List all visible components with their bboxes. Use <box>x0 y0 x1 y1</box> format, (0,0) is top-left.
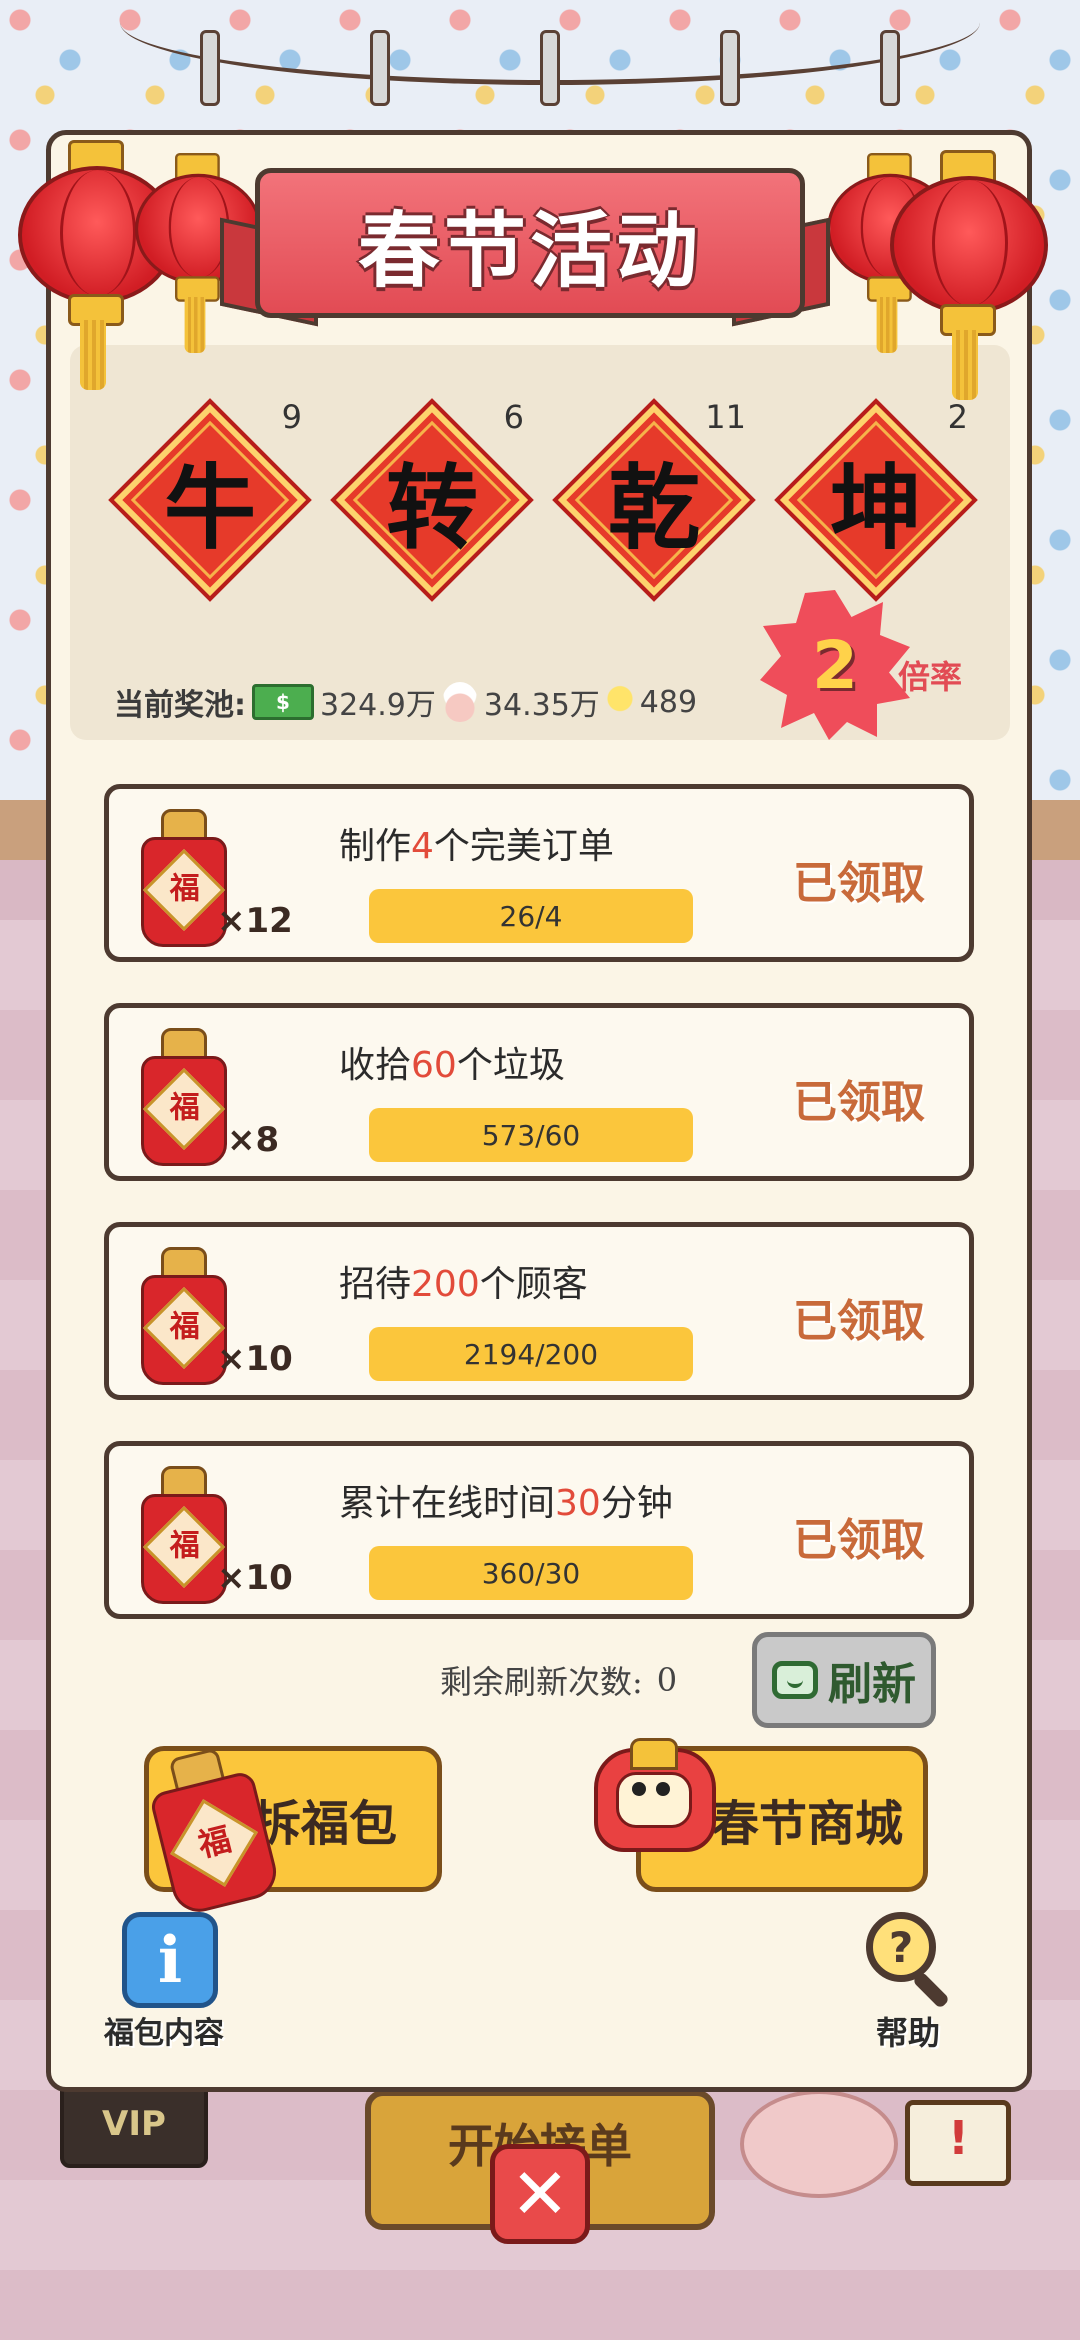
money-icon: $ <box>252 684 314 720</box>
reward-quantity: ×12 <box>217 901 293 941</box>
bag-contents-button[interactable]: i <box>122 1912 218 2008</box>
task-progress: 26/4 <box>369 889 693 943</box>
card-char: 转 <box>385 454 478 562</box>
close-button[interactable]: ✕ <box>490 2144 590 2244</box>
card-zhuan[interactable]: 转 6 <box>330 398 534 602</box>
card-count: 2 <box>947 398 968 436</box>
notice-icon[interactable] <box>905 2100 1011 2186</box>
task-description: 招待200个顾客 <box>339 1264 588 1305</box>
claimed-status[interactable]: 已领取 <box>793 1504 925 1568</box>
card-kun[interactable]: 坤 2 <box>774 398 978 602</box>
bulb-icon <box>605 685 634 719</box>
task-row: 福 ×10 累计在线时间30分钟 360/30 已领取 <box>104 1441 974 1619</box>
card-qian[interactable]: 乾 11 <box>552 398 756 602</box>
help-label: 帮助 <box>876 2014 941 2052</box>
open-button-label: 拆福包 <box>252 1796 397 1852</box>
help-magnifier-icon: ? <box>866 1912 936 1982</box>
task-row: 福 ×10 招待200个顾客 2194/200 已领取 <box>104 1222 974 1400</box>
vip-button[interactable]: VIP <box>60 2080 208 2168</box>
lucky-bag-icon: 福 <box>141 1028 227 1166</box>
clip-icon <box>200 30 220 106</box>
task-progress: 360/30 <box>369 1546 693 1600</box>
multiplier-value: 2 <box>812 626 858 704</box>
shop-button-label: 春节商城 <box>710 1796 903 1852</box>
chef-icon <box>441 682 478 722</box>
clip-icon <box>370 30 390 106</box>
task-description: 累计在线时间30分钟 <box>339 1483 673 1524</box>
card-niu[interactable]: 牛 9 <box>108 398 312 602</box>
pig-icon <box>740 2090 898 2198</box>
claimed-status[interactable]: 已领取 <box>793 1285 925 1349</box>
help-button[interactable]: ? <box>866 1912 956 2010</box>
task-row: 福 ×12 制作4个完美订单 26/4 已领取 <box>104 784 974 962</box>
refresh-remaining: 剩余刷新次数: 0 <box>440 1632 677 1728</box>
clip-icon <box>720 30 740 106</box>
reward-quantity: ×10 <box>217 1339 293 1379</box>
refresh-button[interactable]: 刷新 <box>752 1632 936 1728</box>
multiplier-label: 倍率 <box>898 658 963 696</box>
close-icon: ✕ <box>510 2153 570 2235</box>
lucky-bag-icon: 福 <box>141 809 227 947</box>
task-description: 制作4个完美订单 <box>339 826 614 867</box>
refresh-label: 剩余刷新次数: <box>440 1663 643 1701</box>
task-description: 收拾60个垃圾 <box>339 1045 565 1086</box>
event-title: 春节活动 <box>357 203 702 299</box>
lantern-icon <box>890 150 1048 400</box>
title-ribbon: 春节活动 <box>220 158 830 328</box>
pool-bulbs: 489 <box>639 684 698 720</box>
tv-icon <box>772 1661 818 1699</box>
refresh-count: 0 <box>656 1661 678 1699</box>
card-count: 11 <box>705 398 746 436</box>
claimed-status[interactable]: 已领取 <box>793 1066 925 1130</box>
card-char: 牛 <box>163 454 256 562</box>
clip-icon <box>540 30 560 106</box>
lucky-bag-icon: 福 <box>141 1247 227 1385</box>
lucky-bag-icon: 福 <box>141 1466 227 1604</box>
reward-quantity: ×10 <box>217 1558 293 1598</box>
card-count: 6 <box>503 398 524 436</box>
card-char: 坤 <box>829 454 922 562</box>
clip-icon <box>880 30 900 106</box>
task-progress: 2194/200 <box>369 1327 693 1381</box>
bag-contents-label: 福包内容 <box>104 2016 224 2051</box>
lion-dance-icon <box>586 1738 716 1858</box>
task-row: 福 ×8 收拾60个垃圾 573/60 已领取 <box>104 1003 974 1181</box>
multiplier-badge: 2 <box>760 590 920 750</box>
info-icon: i <box>157 1922 183 1998</box>
claimed-status[interactable]: 已领取 <box>793 847 925 911</box>
prize-pool: 当前奖池: $ 324.9万 34.35万 489 <box>114 680 697 724</box>
pool-label: 当前奖池: <box>114 688 246 723</box>
refresh-button-label: 刷新 <box>828 1659 916 1710</box>
pool-money: 324.9万 <box>320 688 436 723</box>
reward-quantity: ×8 <box>227 1120 280 1160</box>
card-count: 9 <box>281 398 302 436</box>
pool-chefs: 34.35万 <box>483 688 600 723</box>
task-progress: 573/60 <box>369 1108 693 1162</box>
